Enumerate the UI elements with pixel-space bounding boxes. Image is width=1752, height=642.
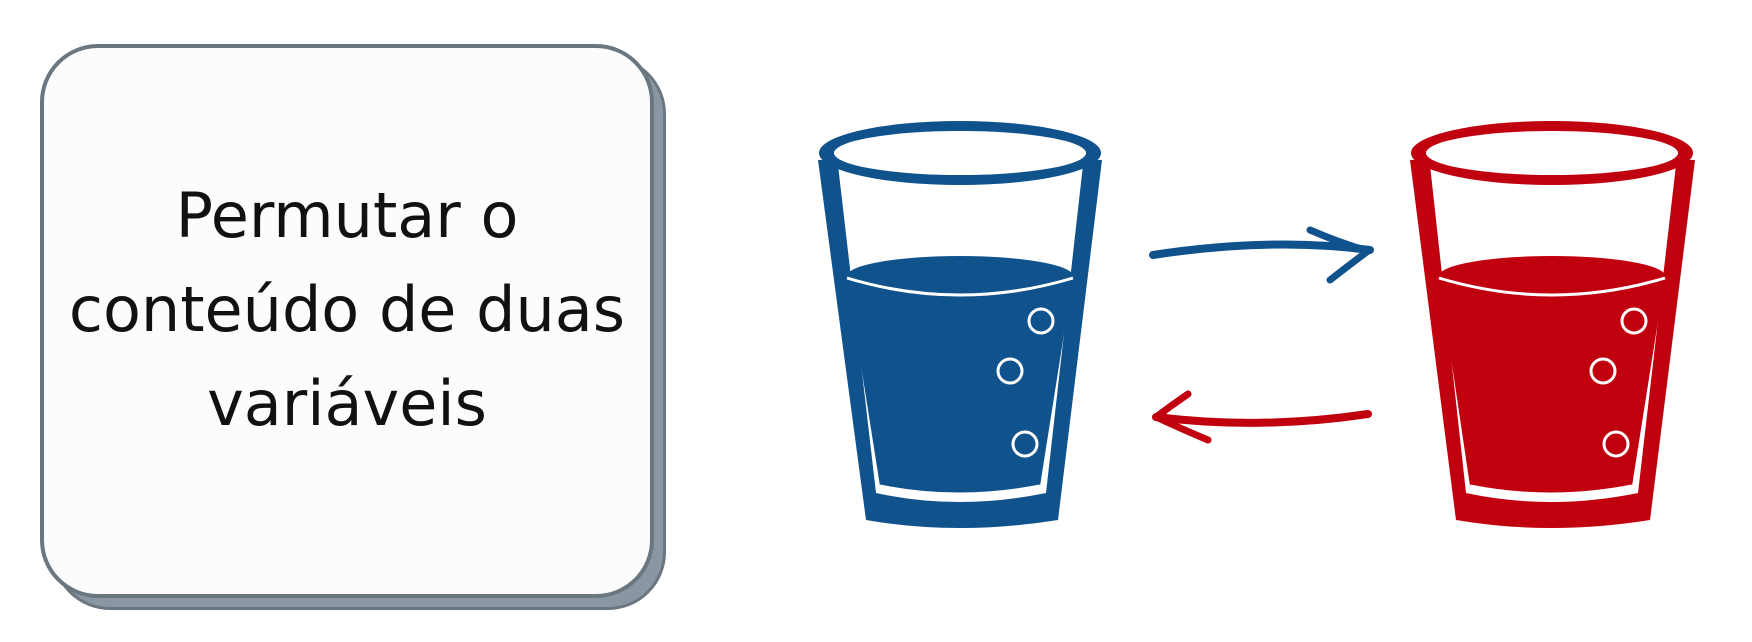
arrow-right-icon [1149,226,1374,284]
blue-water-glass-icon [818,121,1102,528]
arrow-left-icon [1152,390,1372,444]
red-water-glass-icon [1410,121,1695,528]
swap-illustration [818,121,1695,528]
